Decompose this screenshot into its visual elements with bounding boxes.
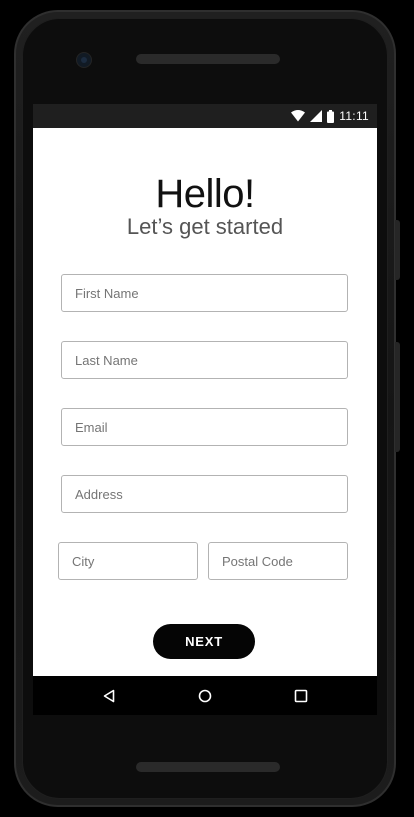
home-icon[interactable] — [193, 684, 217, 708]
next-button-label: NEXT — [185, 634, 223, 649]
status-bar: 11:11 — [33, 104, 377, 128]
postal-code-placeholder: Postal Code — [222, 553, 293, 569]
navigation-bar — [33, 676, 377, 715]
power-button — [395, 342, 400, 452]
address-field[interactable]: Address — [61, 475, 348, 513]
postal-code-field[interactable]: Postal Code — [208, 542, 348, 580]
phone-screen: 11:11 Hello! Let’s get started First Nam… — [33, 104, 377, 715]
page-subtitle: Let’s get started — [126, 214, 284, 239]
signup-form-screen: Hello! Let’s get started First Name Last… — [33, 128, 377, 676]
address-placeholder: Address — [75, 486, 123, 502]
page-title: Hello! — [155, 172, 255, 216]
earpiece-speaker — [136, 54, 280, 64]
wifi-icon — [291, 110, 306, 122]
status-time: 11:11 — [339, 109, 369, 123]
first-name-field[interactable]: First Name — [61, 274, 348, 312]
back-icon[interactable] — [97, 684, 121, 708]
city-field[interactable]: City — [58, 542, 198, 580]
email-field[interactable]: Email — [61, 408, 348, 446]
last-name-placeholder: Last Name — [75, 352, 138, 368]
first-name-placeholder: First Name — [75, 285, 139, 301]
volume-button — [395, 220, 400, 280]
battery-icon — [327, 109, 335, 123]
cellular-signal-icon — [310, 110, 323, 122]
recent-apps-icon[interactable] — [289, 684, 313, 708]
front-camera — [76, 52, 92, 68]
last-name-field[interactable]: Last Name — [61, 341, 348, 379]
bottom-speaker — [136, 762, 280, 772]
city-placeholder: City — [72, 553, 95, 569]
next-button[interactable]: NEXT — [153, 624, 255, 659]
email-placeholder: Email — [75, 419, 108, 435]
